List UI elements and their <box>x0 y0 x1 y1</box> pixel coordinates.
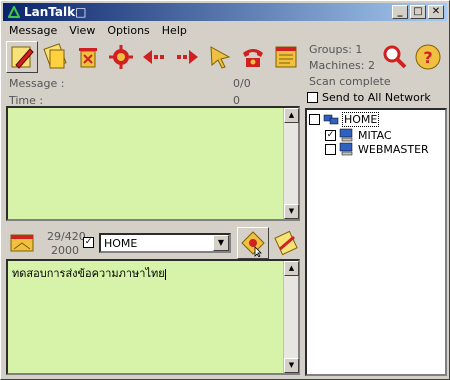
tree-node-home-label: HOME <box>342 112 380 127</box>
target-checkbox[interactable]: ✓ <box>83 237 94 248</box>
message-label: Message : <box>9 77 65 90</box>
send-all-checkbox[interactable]: Send to All Network <box>307 91 431 104</box>
open-message-icon[interactable] <box>39 41 71 73</box>
scan-status: Scan complete <box>309 75 391 88</box>
computer-icon <box>339 142 353 156</box>
scroll-down-button[interactable]: ▼ <box>284 204 299 219</box>
computer-icon <box>339 128 353 142</box>
delete-icon[interactable] <box>72 41 104 73</box>
compose-text-area[interactable]: ทดสอบการส่งข้อความภาษาไทย ▲ ▼ <box>6 259 300 375</box>
compose-scrollbar[interactable]: ▲ ▼ <box>283 261 299 373</box>
minimize-button[interactable]: _ <box>392 5 408 19</box>
groups-count: Groups: 1 <box>309 43 363 56</box>
compose-icon[interactable] <box>6 227 38 259</box>
settings-icon[interactable] <box>105 41 137 73</box>
search-icon[interactable] <box>379 41 411 73</box>
compose-text: ทดสอบการส่งข้อความภาษาไทย <box>12 267 165 280</box>
message-count: 0/0 <box>233 77 251 90</box>
menu-help[interactable]: Help <box>156 24 193 37</box>
tree-node-webmaster[interactable]: WEBMASTER <box>325 142 429 156</box>
char-count: 29/420 <box>47 230 86 243</box>
network-icon <box>323 114 339 124</box>
next-icon[interactable] <box>171 41 203 73</box>
tree-node-mitac[interactable]: ✓ MITAC <box>325 128 392 142</box>
pointer-icon[interactable] <box>204 41 236 73</box>
send-all-label: Send to All Network <box>322 91 431 104</box>
menu-options[interactable]: Options <box>101 24 155 37</box>
mitac-checkbox[interactable]: ✓ <box>325 129 336 141</box>
target-select-value: HOME <box>104 236 138 250</box>
menu-message[interactable]: Message <box>3 24 63 37</box>
text-cursor <box>164 268 166 280</box>
received-scrollbar[interactable]: ▲ ▼ <box>283 108 299 219</box>
send-button[interactable] <box>237 227 269 259</box>
window-title: LanTalk□ <box>24 5 87 19</box>
new-message-icon[interactable] <box>6 41 38 73</box>
network-tree[interactable]: HOME ✓ MITAC WEBMASTER <box>305 108 447 376</box>
scroll-up-button[interactable]: ▲ <box>284 108 299 123</box>
menu-view[interactable]: View <box>63 24 101 37</box>
tree-node-home[interactable]: HOME <box>309 112 380 127</box>
machines-count: Machines: 2 <box>309 59 375 72</box>
chevron-down-icon[interactable]: ▼ <box>213 235 229 251</box>
send-all-check[interactable] <box>307 92 318 103</box>
compose-scroll-down-button[interactable]: ▼ <box>284 358 299 373</box>
char-limit: 2000 <box>51 244 79 257</box>
phone-icon[interactable] <box>237 41 269 73</box>
help-icon[interactable]: ? <box>412 41 444 73</box>
svg-text:?: ? <box>423 48 432 67</box>
received-message-area[interactable]: ▲ ▼ <box>6 106 300 221</box>
home-checkbox[interactable] <box>309 114 320 125</box>
tree-node-mitac-label: MITAC <box>358 128 392 142</box>
compose-scroll-up-button[interactable]: ▲ <box>284 261 299 276</box>
tree-node-webmaster-label: WEBMASTER <box>358 142 429 156</box>
webmaster-checkbox[interactable] <box>325 143 336 155</box>
attach-icon[interactable] <box>270 227 302 259</box>
previous-icon[interactable] <box>138 41 170 73</box>
app-window: LanTalk□ _ □ ✕ Message View Options Help <box>0 0 450 380</box>
window-icon[interactable] <box>270 41 302 73</box>
app-icon <box>7 6 20 19</box>
close-button[interactable]: ✕ <box>428 5 444 19</box>
maximize-button[interactable]: □ <box>410 5 426 19</box>
target-select[interactable]: HOME ▼ <box>99 233 231 253</box>
title-bar[interactable]: LanTalk□ _ □ ✕ <box>3 3 447 21</box>
menu-bar: Message View Options Help <box>3 21 193 39</box>
